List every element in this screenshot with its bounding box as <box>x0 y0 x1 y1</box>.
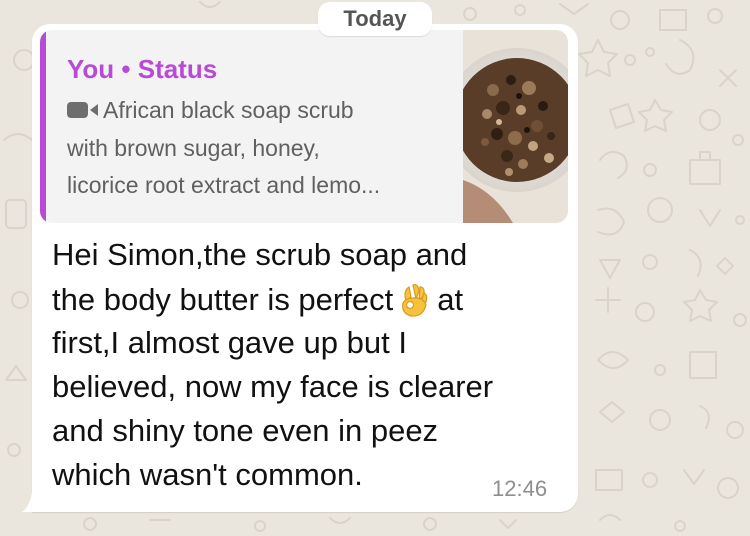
quote-text-line: licorice root extract and lemo... <box>67 172 381 198</box>
quote-text-line: African black soap scrub <box>103 97 354 123</box>
message-timestamp: 12:46 <box>492 476 548 501</box>
message-text-line: believed, now my face is clearer <box>52 369 494 404</box>
quote-text-line: with brown sugar, honey, <box>67 135 320 161</box>
status-thumbnail[interactable] <box>463 30 568 223</box>
message-text-line: first,I almost gave up but I <box>52 325 407 360</box>
video-camera-icon <box>67 102 98 118</box>
scrub-jar-photo <box>463 30 568 223</box>
message-bubble[interactable]: You • Status African black soap scrub wi… <box>32 24 578 512</box>
ok-hand-emoji <box>402 284 428 317</box>
message-text-line: the body butter is perfect at <box>52 281 463 318</box>
message-text-segment: the body butter is perfect <box>52 282 394 317</box>
date-divider: Today <box>318 2 432 36</box>
message-text-line: which wasn't common. <box>52 457 363 492</box>
quote-accent-bar <box>40 30 46 223</box>
quote-author: You • Status <box>67 54 218 84</box>
quote-line-1: African black soap scrub <box>67 97 354 124</box>
message-text-line: and shiny tone even in peez <box>52 413 439 448</box>
quoted-status-reply[interactable]: You • Status African black soap scrub wi… <box>40 30 568 223</box>
message-text-segment: at <box>437 282 464 317</box>
message-text-line: Hei Simon,the scrub soap and <box>52 237 468 272</box>
